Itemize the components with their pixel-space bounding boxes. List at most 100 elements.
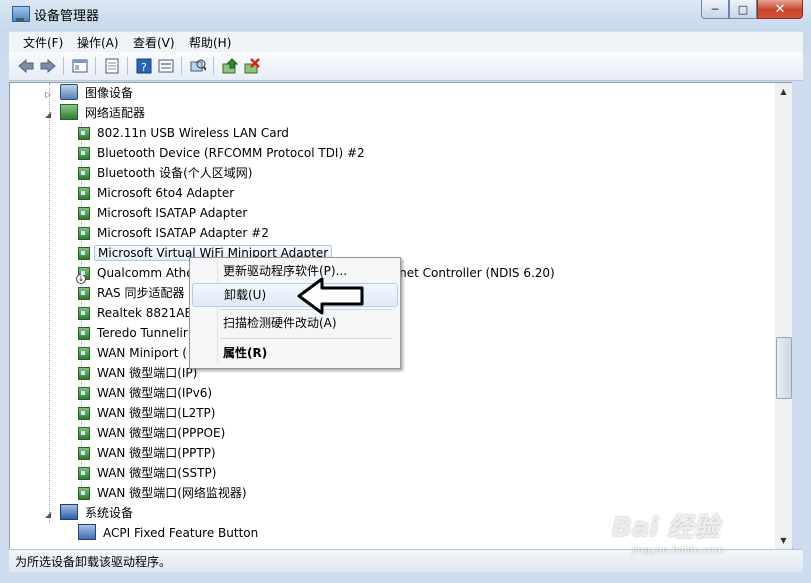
annotation-arrow-icon (297, 277, 364, 315)
scroll-up-icon[interactable]: ▲ (775, 83, 792, 100)
device-label: WAN 微型端口(IP) (97, 366, 198, 380)
category-label: 网络适配器 (85, 106, 146, 120)
caption-buttons: ─ □ ✕ (701, 0, 803, 20)
collapse-icon[interactable]: ◢ (45, 110, 54, 119)
menu-item-label: 属性(R) (223, 346, 268, 360)
tree-item-adapter[interactable]: Bluetooth 设备(个人区域网) (78, 163, 255, 183)
properties-menu-item[interactable]: 属性(R) (192, 342, 396, 364)
tree-item-adapter[interactable]: Microsoft 6to4 Adapter (78, 183, 237, 203)
device-label: ACPI Fixed Feature Button (103, 526, 259, 540)
device-label: RAS 同步适配器 (97, 286, 185, 300)
device-label: WAN 微型端口(IPv6) (97, 386, 213, 400)
network-adapter-icon (78, 487, 90, 500)
device-label: Bluetooth Device (RFCOMM Protocol TDI) #… (97, 146, 365, 160)
device-label-overflow: ernet Controller (NDIS 6.20) (387, 266, 555, 280)
menu-view[interactable]: 查看(V) (133, 34, 175, 51)
watermark-url: jingyan.baidu.com (632, 545, 725, 556)
network-adapter-icon (78, 347, 90, 360)
network-adapter-icon (78, 287, 90, 300)
tree-item-adapter[interactable]: WAN 微型端口(网络监视器) (78, 483, 250, 503)
uninstall-menu-item[interactable]: 卸载(U) (192, 283, 398, 307)
network-adapter-icon (78, 167, 90, 180)
scan-hardware-icon[interactable] (189, 57, 207, 75)
toolbar-separator (127, 57, 128, 75)
tree-item-adapter[interactable]: Realtek 8821AE (78, 303, 195, 323)
menu-item-label: 卸载(U) (224, 288, 267, 302)
tree-item-adapter[interactable]: WAN 微型端口(IPv6) (78, 383, 215, 403)
device-manager-window: 设备管理器 ─ □ ✕ 文件(F) 操作(A) 查看(V) 帮助(H) ? ▷ … (0, 0, 811, 583)
tree-item-adapter[interactable]: Microsoft ISATAP Adapter (78, 203, 250, 223)
watermark-brand: Bai 经验 (612, 513, 720, 543)
network-adapter-icon (78, 367, 90, 380)
maximize-button[interactable]: □ (729, 0, 757, 19)
network-adapter-category-icon (60, 104, 78, 120)
device-manager-icon (12, 6, 30, 22)
toolbar-separator (181, 57, 182, 75)
tree-item-adapter[interactable]: ↓ Qualcomm Athe (76, 263, 197, 284)
tree-item-system-device[interactable]: ACPI Fixed Feature Button (78, 523, 261, 543)
system-device-icon (78, 524, 96, 540)
vertical-scrollbar[interactable]: ▲ ▼ (775, 82, 793, 550)
tree-item-adapter[interactable]: Microsoft ISATAP Adapter #2 (78, 223, 272, 243)
view-icon[interactable] (157, 57, 175, 75)
menu-file[interactable]: 文件(F) (23, 34, 63, 51)
update-driver-icon[interactable] (221, 57, 239, 75)
tree-item-adapter[interactable]: Bluetooth Device (RFCOMM Protocol TDI) #… (78, 143, 368, 163)
imaging-device-icon (60, 84, 78, 100)
toolbar-separator (213, 57, 214, 75)
device-label: Qualcomm Athe (97, 266, 194, 280)
device-label: WAN 微型端口(网络监视器) (97, 486, 247, 500)
show-hide-console-tree-icon[interactable] (71, 57, 89, 75)
window-title: 设备管理器 (34, 9, 100, 24)
tree-item-adapter[interactable]: RAS 同步适配器 (78, 283, 188, 303)
device-label: 802.11n USB Wireless LAN Card (97, 126, 289, 140)
menu-help[interactable]: 帮助(H) (189, 34, 231, 51)
menu-bar: 文件(F) 操作(A) 查看(V) 帮助(H) (9, 31, 803, 52)
category-label: 图像设备 (85, 86, 134, 100)
uninstall-icon[interactable] (243, 57, 261, 75)
collapse-icon[interactable]: ◢ (45, 510, 54, 519)
category-system-devices[interactable]: 系统设备 (60, 503, 136, 523)
help-icon[interactable]: ? (135, 57, 153, 75)
tree-item-adapter[interactable]: WAN 微型端口(IP) (78, 363, 200, 383)
tree-connector (49, 83, 50, 523)
category-network-adapters[interactable]: 网络适配器 (60, 103, 148, 123)
toolbar: ? (9, 52, 803, 81)
device-label: WAN 微型端口(PPPOE) (97, 426, 226, 440)
tree-item-adapter[interactable]: WAN 微型端口(PPTP) (78, 443, 219, 463)
menu-separator (220, 338, 392, 339)
device-label: Realtek 8821AE (97, 306, 193, 320)
device-label: WAN Miniport ( (97, 346, 187, 360)
minimize-button[interactable]: ─ (701, 0, 729, 19)
baidu-watermark: Bai 经验 jingyan.baidu.com (612, 507, 724, 556)
forward-icon[interactable] (39, 57, 57, 75)
scroll-down-icon[interactable]: ▼ (775, 532, 792, 549)
title-bar[interactable]: 设备管理器 ─ □ ✕ (0, 0, 811, 28)
expand-icon[interactable]: ▷ (45, 90, 54, 99)
tree-item-adapter[interactable]: WAN Miniport ( (78, 343, 190, 363)
device-label: Bluetooth 设备(个人区域网) (97, 166, 253, 180)
tree-item-adapter[interactable]: 802.11n USB Wireless LAN Card (78, 123, 292, 143)
category-imaging-devices[interactable]: 图像设备 (60, 83, 136, 103)
device-label: WAN 微型端口(L2TP) (97, 406, 216, 420)
scroll-thumb[interactable] (776, 337, 792, 399)
tree-item-adapter[interactable]: WAN 微型端口(L2TP) (78, 403, 218, 423)
network-adapter-icon (78, 227, 90, 240)
network-adapter-icon (78, 307, 90, 320)
device-label: Microsoft ISATAP Adapter #2 (97, 226, 269, 240)
menu-action[interactable]: 操作(A) (77, 34, 119, 51)
tree-item-adapter[interactable]: Teredo Tunnelir (78, 323, 191, 343)
back-icon[interactable] (17, 57, 35, 75)
network-adapter-icon (78, 447, 90, 460)
window-frame (792, 82, 803, 548)
properties-icon[interactable] (103, 57, 121, 75)
network-adapter-icon (78, 147, 90, 160)
tree-item-adapter[interactable]: WAN 微型端口(PPPOE) (78, 423, 228, 443)
network-adapter-icon (78, 207, 90, 220)
device-label: Microsoft 6to4 Adapter (97, 186, 235, 200)
status-text: 为所选设备卸载该驱动程序。 (15, 555, 172, 569)
tree-item-adapter[interactable]: WAN 微型端口(SSTP) (78, 463, 219, 483)
context-menu: 更新驱动程序软件(P)... 卸载(U) 扫描检测硬件改动(A) 属性(R) (189, 257, 401, 369)
close-button[interactable]: ✕ (757, 0, 803, 19)
toolbar-separator (95, 57, 96, 75)
